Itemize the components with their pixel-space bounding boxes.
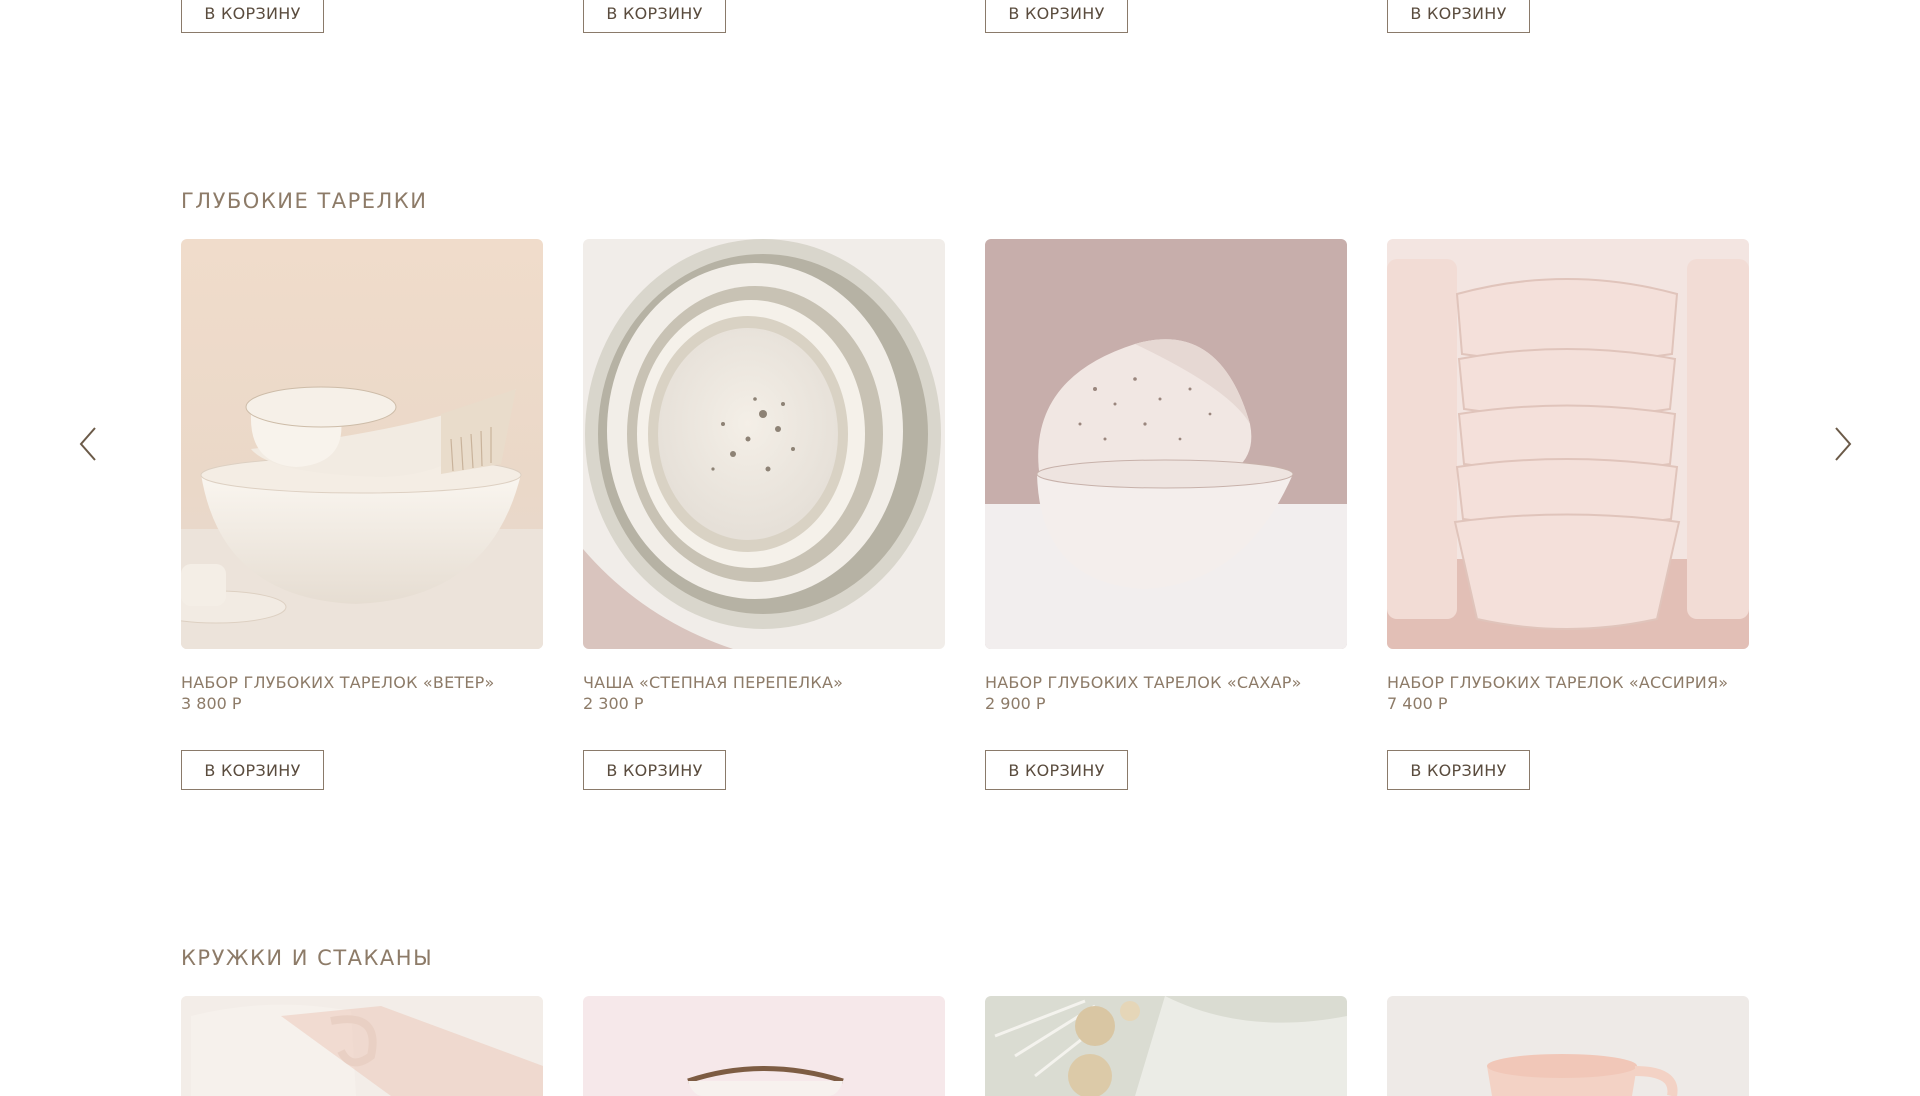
prev-section-product-2-cart-button[interactable]: В КОРЗИНУ xyxy=(583,0,726,33)
product-price-2: 2 300 Р xyxy=(583,694,644,713)
add-to-cart-button-2[interactable]: В КОРЗИНУ xyxy=(583,750,726,790)
mug-image-3[interactable] xyxy=(985,996,1347,1096)
add-to-cart-button-1[interactable]: В КОРЗИНУ xyxy=(181,750,324,790)
section-title-bowls: ГЛУБОКИЕ ТАРЕЛКИ xyxy=(181,189,428,213)
product-image-veter[interactable] xyxy=(181,239,543,649)
carousel-prev-button[interactable] xyxy=(73,422,103,466)
add-to-cart-button-3[interactable]: В КОРЗИНУ xyxy=(985,750,1128,790)
product-name-3[interactable]: НАБОР ГЛУБОКИХ ТАРЕЛОК «САХАР» xyxy=(985,673,1302,692)
prev-section-product-4-cart-button[interactable]: В КОРЗИНУ xyxy=(1387,0,1530,33)
prev-section-product-1-cart-button[interactable]: В КОРЗИНУ xyxy=(181,0,324,33)
product-name-1[interactable]: НАБОР ГЛУБОКИХ ТАРЕЛОК «ВЕТЕР» xyxy=(181,673,495,692)
chevron-left-icon xyxy=(79,427,96,461)
mug-image-2[interactable] xyxy=(583,996,945,1096)
prev-section-product-3-cart-button[interactable]: В КОРЗИНУ xyxy=(985,0,1128,33)
carousel-next-button[interactable] xyxy=(1828,422,1858,466)
product-price-4: 7 400 Р xyxy=(1387,694,1448,713)
product-image-sahar[interactable] xyxy=(985,239,1347,649)
chevron-right-icon xyxy=(1835,427,1852,461)
product-price-3: 2 900 Р xyxy=(985,694,1046,713)
section-title-mugs: КРУЖКИ И СТАКАНЫ xyxy=(181,946,434,970)
mug-image-1[interactable] xyxy=(181,996,543,1096)
product-price-1: 3 800 Р xyxy=(181,694,242,713)
product-image-stepnaya-perepelka[interactable] xyxy=(583,239,945,649)
product-image-assiriya[interactable] xyxy=(1387,239,1749,649)
add-to-cart-button-4[interactable]: В КОРЗИНУ xyxy=(1387,750,1530,790)
product-name-2[interactable]: ЧАША «СТЕПНАЯ ПЕРЕПЕЛКА» xyxy=(583,673,843,692)
mug-image-4[interactable] xyxy=(1387,996,1749,1096)
product-name-4[interactable]: НАБОР ГЛУБОКИХ ТАРЕЛОК «АССИРИЯ» xyxy=(1387,673,1728,692)
